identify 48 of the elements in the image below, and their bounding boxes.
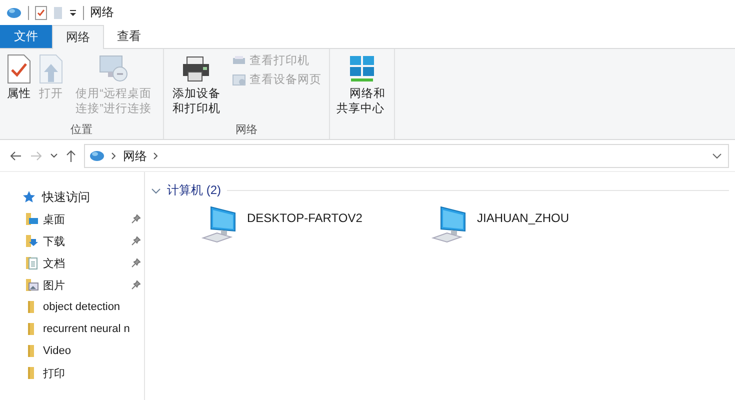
document-folder-icon: [25, 256, 39, 270]
dropdown-icon[interactable]: [69, 8, 77, 16]
back-icon[interactable]: [10, 151, 22, 161]
desktop-folder-icon: [25, 212, 39, 226]
sidebar-item[interactable]: recurrent neural n: [0, 318, 144, 340]
network-center-icon: [348, 54, 376, 84]
checkmark-document-icon: [7, 54, 31, 84]
dropdown-icon[interactable]: [712, 153, 722, 159]
pin-icon[interactable]: [131, 258, 141, 268]
printer-icon: [181, 54, 212, 84]
remote-desktop-icon: [98, 54, 130, 84]
sidebar-item[interactable]: object detection: [0, 296, 144, 318]
picture-folder-icon: [25, 278, 39, 292]
network-icon: [6, 6, 22, 20]
ribbon-tab[interactable]: 网络: [52, 25, 104, 49]
sidebar-item[interactable]: 下载: [0, 230, 144, 252]
pin-icon[interactable]: [131, 280, 141, 290]
chevron-right-icon: [153, 152, 159, 160]
ribbon-button[interactable]: 网络和共享中心: [334, 52, 390, 119]
sidebar-item[interactable]: 图片: [0, 274, 144, 296]
sidebar-item[interactable]: Video: [0, 340, 144, 362]
chevron-right-icon: [111, 152, 117, 160]
sidebar-item[interactable]: 文档: [0, 252, 144, 274]
properties-icon[interactable]: [35, 6, 47, 20]
computer-name[interactable]: JIAHUAN_ZHOU: [477, 211, 570, 225]
address-field[interactable]: 网络: [84, 144, 729, 168]
pin-icon[interactable]: [131, 236, 141, 246]
network-icon: [89, 149, 105, 163]
download-folder-icon: [25, 234, 39, 248]
recent-dropdown-icon[interactable]: [50, 153, 58, 159]
ribbon-button[interactable]: 添加设备和打印机: [168, 52, 225, 119]
ribbon-tab[interactable]: 文件: [0, 25, 52, 48]
window-title: 网络: [90, 4, 114, 21]
group-header[interactable]: 计算机 (2): [167, 182, 221, 199]
open-document-icon: [39, 54, 63, 84]
sidebar-item[interactable]: 快速访问: [0, 186, 144, 208]
computer-name[interactable]: DESKTOP-FARTOV2: [247, 211, 362, 225]
breadcrumb[interactable]: 网络: [123, 148, 147, 164]
star-icon: [22, 190, 36, 204]
group-label: 位置: [70, 123, 94, 137]
pin-icon[interactable]: [131, 214, 141, 224]
printer-icon: [232, 54, 246, 66]
sidebar-item[interactable]: 桌面: [0, 208, 144, 230]
ribbon-button[interactable]: 属性: [4, 52, 34, 104]
sidebar-item[interactable]: 打印: [0, 362, 144, 384]
group-label: 网络: [234, 123, 258, 137]
up-icon[interactable]: [66, 150, 76, 162]
collapse-icon[interactable]: [151, 186, 161, 194]
